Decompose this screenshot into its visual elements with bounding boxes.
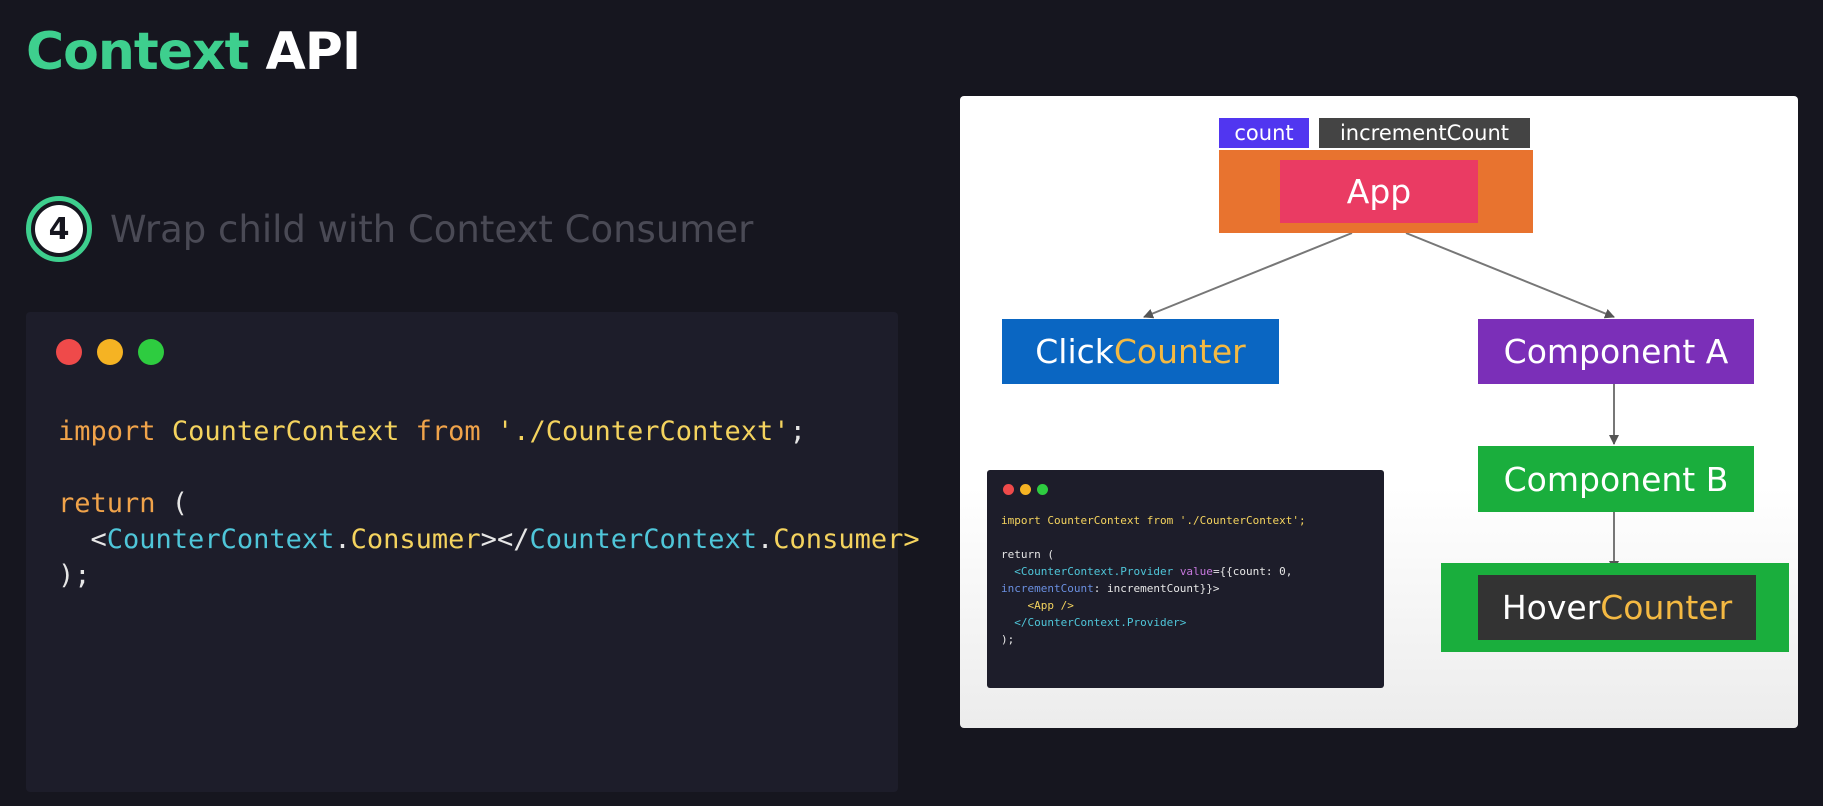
maximize-dot-icon: [138, 339, 164, 365]
code-closing-tag-open: </: [496, 524, 530, 555]
hover-counter-node-outer: Hover Counter: [1441, 563, 1789, 652]
code-from-keyword: from: [415, 416, 481, 447]
code-line-1: import CounterContext from './CounterCon…: [58, 416, 806, 447]
snippet-line-5: <App />: [1001, 599, 1074, 612]
code-tag-close: >: [480, 524, 497, 555]
snippet-line-3c: ={{count: 0,: [1212, 565, 1293, 578]
app-node: App: [1280, 160, 1478, 223]
page-title: Context API: [26, 22, 362, 82]
component-b-node: Component B: [1478, 446, 1754, 512]
window-controls: [56, 339, 164, 365]
count-tag: count: [1219, 118, 1309, 148]
step-text: Wrap child with Context Consumer: [110, 207, 754, 251]
component-tree-diagram: count incrementCount App Click Counter Co…: [960, 96, 1798, 728]
snippet-line-3b: value: [1179, 565, 1213, 578]
code-window: import CounterContext from './CounterCon…: [26, 312, 920, 792]
component-a-node: Component A: [1478, 319, 1754, 384]
code-line-5: );: [58, 560, 91, 591]
code-closing-tag-close: >: [903, 524, 920, 555]
code-block: import CounterContext from './CounterCon…: [58, 414, 920, 594]
code-return-keyword: return: [58, 488, 156, 519]
code-import-path: './CounterContext': [496, 416, 790, 447]
step-number: 4: [35, 205, 83, 253]
snippet-code: import CounterContext from './CounterCon…: [1001, 512, 1306, 648]
code-import-keyword: import: [58, 416, 156, 447]
code-open-paren: (: [155, 488, 189, 519]
arrow-app-to-component-a: [1405, 232, 1615, 319]
snippet-maximize-dot-icon: [1037, 484, 1048, 495]
code-consumer-context: CounterContext: [106, 524, 335, 555]
code-semicolon: ;: [789, 416, 806, 447]
snippet-line-2: return (: [1001, 548, 1054, 561]
snippet-line-6: </CounterContext.Provider>: [1001, 616, 1187, 629]
snippet-line-3a: <CounterContext.Provider: [1001, 565, 1180, 578]
increment-count-tag: incrementCount: [1319, 118, 1530, 148]
snippet-line-4b: : incrementCount}}>: [1093, 582, 1220, 595]
snippet-minimize-dot-icon: [1020, 484, 1031, 495]
close-dot-icon: [56, 339, 82, 365]
step-heading: 4 Wrap child with Context Consumer: [26, 196, 753, 262]
click-counter-node: Click Counter: [1002, 319, 1279, 384]
snippet-close-dot-icon: [1003, 484, 1014, 495]
code-context-name: CounterContext: [171, 416, 400, 447]
snippet-line-4a: incrementCount: [1001, 582, 1094, 595]
code-dot: .: [334, 524, 351, 555]
code-dot: .: [757, 524, 774, 555]
snippet-window-controls: [1003, 484, 1048, 495]
code-tag-open: <: [90, 524, 107, 555]
title-api: API: [265, 22, 362, 82]
minimize-dot-icon: [97, 339, 123, 365]
click-counter-prefix: Click: [1035, 332, 1114, 371]
arrow-app-to-click-counter: [1143, 232, 1353, 319]
code-line-2: return (: [58, 488, 188, 519]
snippet-line-7: );: [1001, 633, 1015, 646]
code-closing-consumer: Consumer: [773, 524, 904, 555]
provider-code-snippet: import CounterContext from './CounterCon…: [987, 470, 1384, 688]
snippet-line-1: import CounterContext from './CounterCon…: [1001, 514, 1306, 527]
step-number-badge: 4: [26, 196, 92, 262]
code-line-3: <CounterContext.Consumer>: [91, 524, 497, 555]
title-context: Context: [26, 22, 249, 82]
hover-counter-prefix: Hover: [1501, 588, 1601, 627]
code-consumer: Consumer: [350, 524, 481, 555]
click-counter-highlight: Counter: [1113, 332, 1246, 371]
hover-counter-node: Hover Counter: [1478, 575, 1756, 640]
app-node-outer: App: [1219, 150, 1533, 233]
hover-counter-highlight: Counter: [1600, 588, 1733, 627]
code-closing-context: CounterContext: [529, 524, 758, 555]
